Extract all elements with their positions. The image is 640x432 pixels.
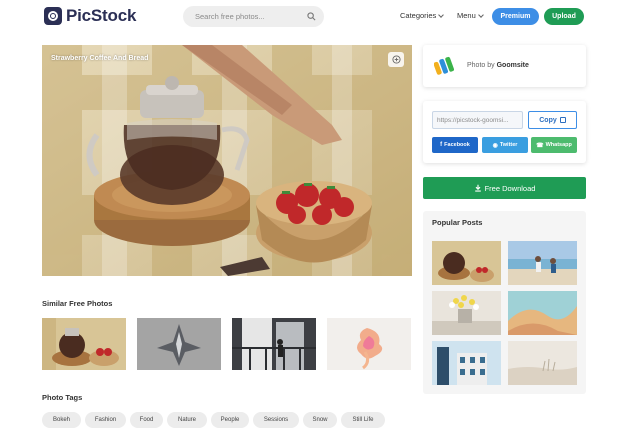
nav-categories-label: Categories [400,11,437,20]
free-download-label: Free Download [484,183,536,193]
tag-fashion[interactable]: Fashion [85,412,126,428]
similar-photos-title: Similar Free Photos [42,299,113,308]
chevron-down-icon [477,11,484,18]
nav-categories[interactable]: Categories [400,11,445,20]
share-card: Copy f Facebook ◉ Twitter ☎ Whatsapp [423,101,586,163]
photo-tags-title: Photo Tags [42,393,83,402]
facebook-label: Facebook [444,142,470,148]
camera-logo-icon [44,7,62,25]
download-icon [474,184,481,192]
popular-thumb[interactable] [508,341,577,385]
tag-food[interactable]: Food [130,412,163,428]
popular-thumb[interactable] [432,291,501,335]
author-prefix: Photo by [467,62,495,69]
similar-photo[interactable] [137,318,221,370]
facebook-share-button[interactable]: f Facebook [432,137,478,153]
popular-thumb[interactable] [508,241,577,285]
site-logo[interactable]: PicStock [44,6,136,26]
nav-menu-label: Menu [457,11,476,20]
author-credit: Photo by Goomsite [467,62,529,69]
main-photo-image [42,45,412,276]
main-photo[interactable]: Strawberry Coffee And Bread [42,45,412,276]
twitter-share-button[interactable]: ◉ Twitter [482,137,528,153]
whatsapp-share-button[interactable]: ☎ Whatsapp [531,137,577,153]
popular-posts: Popular Posts [423,211,586,394]
photo-title: Strawberry Coffee And Bread [51,55,149,62]
author-logo[interactable] [434,56,456,76]
popular-thumb[interactable] [432,341,501,385]
nav-menu[interactable]: Menu [457,11,484,20]
share-url-field[interactable] [432,111,523,129]
author-card: Photo by Goomsite [423,45,586,87]
search-bar [183,6,324,27]
similar-photo[interactable] [327,318,411,370]
chevron-down-icon [438,11,445,18]
tag-bokeh[interactable]: Bokeh [42,412,81,428]
whatsapp-icon: ☎ [536,142,544,149]
tag-sessions[interactable]: Sessions [253,412,299,428]
search-icon[interactable] [307,12,316,21]
similar-photo[interactable] [42,318,126,370]
copy-icon [559,117,566,123]
copy-button[interactable]: Copy [528,111,577,129]
twitter-label: Twitter [499,142,518,148]
tag-snow[interactable]: Snow [303,412,337,428]
zoom-button[interactable] [388,52,404,67]
tag-still-life[interactable]: Still Life [341,412,385,428]
facebook-icon: f [440,142,443,148]
popular-thumb[interactable] [432,241,501,285]
tag-nature[interactable]: Nature [167,412,207,428]
similar-photo[interactable] [232,318,316,370]
top-header: PicStock Categories Menu Premium Upload [0,0,640,34]
copy-label: Copy [539,116,557,124]
popular-posts-title: Popular Posts [432,218,483,227]
logo-text: PicStock [66,6,137,25]
popular-thumb[interactable] [508,291,577,335]
tag-people[interactable]: People [211,412,249,428]
author-name[interactable]: Goomsite [497,62,529,69]
upload-button[interactable]: Upload [544,8,584,25]
search-input[interactable] [195,6,305,27]
premium-button[interactable]: Premium [492,8,539,25]
whatsapp-label: Whatsapp [545,142,572,148]
twitter-icon: ◉ [492,142,498,149]
zoom-in-icon [391,55,401,64]
free-download-button[interactable]: Free Download [423,177,586,199]
